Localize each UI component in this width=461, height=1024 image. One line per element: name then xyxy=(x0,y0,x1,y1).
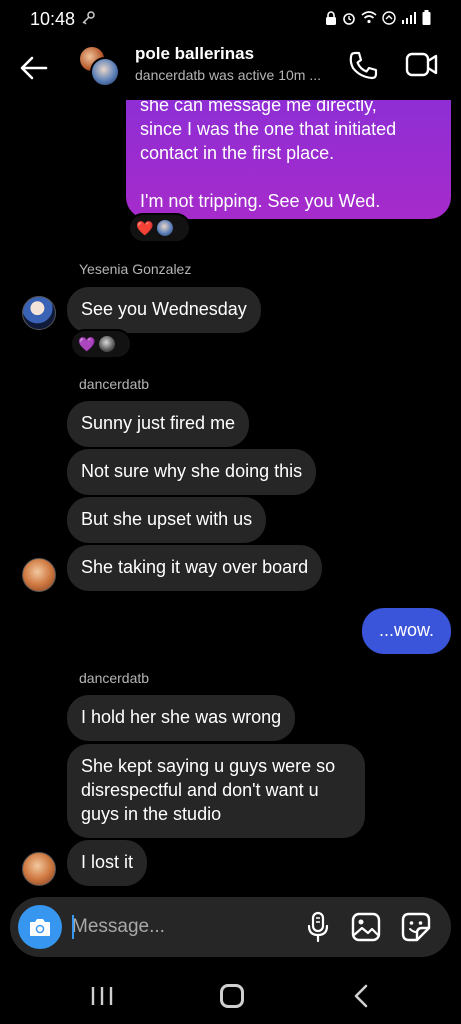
chat-title[interactable]: pole ballerinas xyxy=(135,44,254,64)
camera-button[interactable] xyxy=(18,905,62,949)
incoming-message[interactable]: See you Wednesday xyxy=(67,287,261,333)
reactor-avatar xyxy=(99,336,116,352)
sender-name: dancerdatb xyxy=(79,670,150,686)
lock-icon xyxy=(326,10,336,25)
avatar[interactable] xyxy=(22,852,56,886)
active-status: dancerdatb was active 10m ... xyxy=(135,67,321,83)
video-camera-icon xyxy=(405,52,438,77)
avatar[interactable] xyxy=(22,296,56,330)
avatar-member-2 xyxy=(90,57,120,87)
sender-name: dancerdatb xyxy=(79,376,150,392)
message-thread[interactable]: she can message me directly, since I was… xyxy=(0,100,461,892)
message-composer xyxy=(10,897,451,957)
heart-reaction-icon: ❤️ xyxy=(136,219,154,236)
chat-header: pole ballerinas dancerdatb was active 10… xyxy=(0,40,461,100)
message-line: contact in the first place. xyxy=(140,143,335,163)
status-icons xyxy=(325,10,431,25)
gallery-button[interactable] xyxy=(350,911,382,943)
reaction-badge[interactable]: 💜 xyxy=(70,329,132,359)
microphone-icon xyxy=(307,911,329,943)
image-icon xyxy=(351,912,381,942)
avatar[interactable] xyxy=(22,558,56,592)
battery-icon xyxy=(422,10,431,25)
text-cursor xyxy=(72,915,74,939)
data-icon xyxy=(382,10,396,25)
incoming-message[interactable]: She kept saying u guys were so disrespec… xyxy=(67,744,365,838)
back-button[interactable] xyxy=(18,52,50,84)
message-line: since I was the one that initiated xyxy=(140,119,397,139)
message-line: guys in the studio xyxy=(81,804,222,824)
incoming-message[interactable]: Sunny just fired me xyxy=(67,401,250,447)
voice-message-button[interactable] xyxy=(303,911,333,943)
incoming-message[interactable]: Not sure why she doing this xyxy=(67,449,317,495)
status-time: 10:48 xyxy=(30,9,76,29)
message-input[interactable] xyxy=(72,911,292,943)
camera-icon xyxy=(30,919,50,936)
incoming-message[interactable]: I hold her she was wrong xyxy=(67,695,296,741)
purple-heart-reaction-icon: 💜 xyxy=(78,335,96,352)
reactor-avatar xyxy=(157,220,174,236)
outgoing-message[interactable]: ...wow. xyxy=(362,608,451,654)
phone-icon xyxy=(349,51,378,80)
incoming-message[interactable]: She taking it way over board xyxy=(67,545,323,591)
sender-name: Yesenia Gonzalez xyxy=(79,261,192,277)
alarm-icon xyxy=(343,12,355,25)
incoming-message[interactable]: I lost it xyxy=(67,840,148,886)
home-button[interactable] xyxy=(220,984,244,1008)
recents-icon xyxy=(91,987,113,1005)
message-line: She kept saying u guys were so xyxy=(81,756,336,776)
wifi-icon xyxy=(361,11,377,24)
outgoing-message[interactable]: she can message me directly, since I was… xyxy=(126,100,451,219)
sticker-button[interactable] xyxy=(400,911,432,943)
sticker-icon xyxy=(401,912,431,942)
system-back-button[interactable] xyxy=(352,984,370,1013)
group-avatar[interactable] xyxy=(78,45,120,87)
video-call-button[interactable] xyxy=(405,50,439,80)
message-line: she can message me directly, xyxy=(140,100,377,115)
reaction-badge[interactable]: ❤️ xyxy=(128,213,191,243)
message-line: I'm not tripping. See you Wed. xyxy=(140,191,381,211)
incoming-message[interactable]: But she upset with us xyxy=(67,497,267,543)
message-line: disrespectful and don't want u xyxy=(81,780,319,800)
signal-icon xyxy=(402,12,416,24)
system-navigation-bar xyxy=(0,966,461,1024)
call-button[interactable] xyxy=(346,49,380,83)
chevron-left-icon xyxy=(354,984,368,1008)
arrow-left-icon xyxy=(20,56,48,80)
recents-button[interactable] xyxy=(90,986,114,1011)
key-icon xyxy=(80,10,96,31)
status-bar: 10:48 xyxy=(0,0,461,40)
